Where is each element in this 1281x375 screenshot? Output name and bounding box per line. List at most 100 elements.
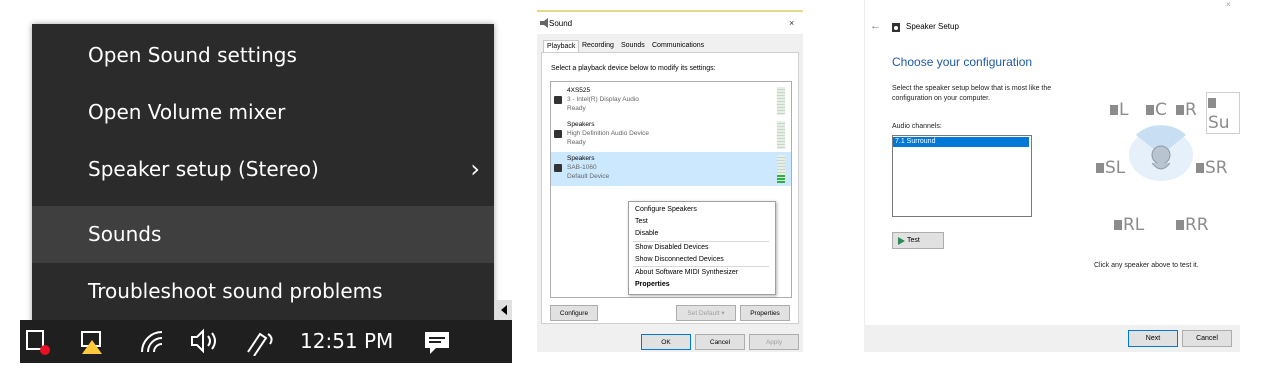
apply-button[interactable]: Apply: [749, 334, 799, 350]
device-desc: High Definition Audio Device: [567, 130, 650, 137]
tab-sounds[interactable]: Sounds: [618, 40, 648, 52]
menu-item-label: Troubleshoot sound problems: [88, 279, 383, 303]
menu-separator: [633, 266, 769, 267]
menu-item-label: Speaker setup (Stereo): [88, 157, 319, 181]
menu-item-show-disabled[interactable]: Show Disabled Devices: [635, 244, 709, 251]
title-bar: Sound ×: [537, 12, 803, 34]
hint-text: Click any speaker above to test it.: [1094, 262, 1199, 269]
test-button[interactable]: Test: [892, 232, 944, 249]
speaker-label: RL: [1123, 215, 1145, 235]
action-center-icon[interactable]: [24, 326, 54, 356]
speaker-icon: [1176, 105, 1184, 115]
instruction-text: Select the speaker setup below that is m…: [892, 85, 1052, 102]
page-heading: Choose your configuration: [892, 55, 1033, 69]
speaker-front-left[interactable]: L: [1110, 100, 1128, 120]
speaker-center[interactable]: C: [1146, 100, 1167, 120]
device-status: Ready: [567, 139, 586, 146]
back-arrow-icon[interactable]: ←: [870, 20, 881, 32]
level-meter: [777, 121, 785, 149]
device-item[interactable]: Speakers High Definition Audio Device Re…: [551, 118, 791, 152]
speaker-icon: [1208, 98, 1216, 108]
menu-item-properties[interactable]: Properties: [635, 281, 670, 288]
tab-recording[interactable]: Recording: [579, 40, 617, 52]
tray-context-menu-panel: Open Sound settings Open Volume mixer Sp…: [20, 18, 512, 363]
cancel-button[interactable]: Cancel: [695, 334, 745, 350]
monitor-icon: [554, 96, 562, 104]
channel-option-selected[interactable]: 7.1 Surround: [893, 137, 1029, 147]
set-default-button[interactable]: Set Default ▾: [676, 305, 736, 321]
ok-button[interactable]: OK: [641, 334, 691, 350]
menu-item-test[interactable]: Test: [635, 218, 648, 225]
menu-item-open-sound-settings[interactable]: Open Sound settings: [32, 27, 494, 84]
speaker-label: SR: [1205, 158, 1228, 178]
device-status: Ready: [567, 105, 586, 112]
chevron-right-icon: ›: [470, 155, 480, 183]
network-warning-icon[interactable]: [78, 326, 110, 356]
cancel-button[interactable]: Cancel: [1182, 330, 1232, 347]
speaker-icon: [554, 164, 562, 172]
chevron-down-icon: ▾: [721, 310, 725, 317]
speaker-setup-wizard: × ← Speaker Setup Choose your configurat…: [864, 0, 1240, 352]
listener-diagram: [1129, 125, 1193, 181]
menu-item-label: Open Volume mixer: [88, 100, 286, 124]
speaker-label: SL: [1105, 158, 1126, 178]
menu-item-sounds[interactable]: Sounds: [32, 206, 494, 263]
speaker-rear-right[interactable]: RR: [1176, 215, 1209, 235]
speaker-label: RR: [1185, 215, 1209, 235]
speaker-label: L: [1119, 100, 1129, 120]
close-icon[interactable]: ×: [789, 18, 794, 28]
device-desc: SAB-1060: [567, 164, 597, 171]
menu-item-speaker-setup[interactable]: Speaker setup (Stereo) ›: [32, 141, 494, 198]
menu-item-disable[interactable]: Disable: [635, 230, 658, 237]
audio-channels-list: 7.1 Surround: [892, 135, 1032, 217]
level-meter: [777, 155, 785, 183]
menu-item-label: Sounds: [88, 222, 162, 246]
speaker-subwoofer[interactable]: Su: [1206, 92, 1240, 134]
device-name: Speakers: [567, 155, 595, 162]
menu-item-show-disconnected[interactable]: Show Disconnected Devices: [635, 256, 724, 263]
wizard-title: Speaker Setup: [906, 22, 959, 31]
device-name: 4XS525: [567, 87, 591, 94]
volume-icon[interactable]: [188, 326, 222, 356]
configure-button[interactable]: Configure: [550, 305, 598, 321]
device-item-selected[interactable]: Speakers SAB-1060 Default Device: [551, 152, 791, 186]
speaker-front-right[interactable]: R: [1176, 100, 1197, 120]
close-icon[interactable]: ×: [1226, 0, 1231, 9]
speaker-label: Su: [1208, 113, 1230, 133]
menu-item-open-volume-mixer[interactable]: Open Volume mixer: [32, 84, 494, 141]
menu-item-about-midi[interactable]: About Software MIDI Synthesizer: [635, 269, 738, 276]
menu-item-label: Open Sound settings: [88, 43, 297, 67]
speaker-icon: [1114, 220, 1122, 230]
speaker-label: R: [1185, 100, 1197, 120]
dialog-title: Sound: [549, 19, 573, 28]
next-button[interactable]: Next: [1128, 330, 1178, 347]
clock[interactable]: 12:51 PM: [300, 326, 393, 356]
speaker-side-right[interactable]: SR: [1196, 158, 1228, 178]
button-label: Set Default: [687, 310, 720, 317]
notification-icon[interactable]: [422, 326, 452, 356]
wifi-icon[interactable]: [138, 326, 168, 356]
menu-item-configure-speakers[interactable]: Configure Speakers: [635, 206, 697, 213]
taskbar: 12:51 PM: [20, 320, 512, 363]
audio-channels-label: Audio channels:: [892, 123, 942, 130]
speaker-rear-left[interactable]: RL: [1114, 215, 1144, 235]
speaker-icon: [1146, 105, 1154, 115]
speaker-side-left[interactable]: SL: [1096, 158, 1125, 178]
level-meter: [777, 87, 785, 115]
speaker-icon: [1176, 220, 1184, 230]
properties-button[interactable]: Properties: [740, 305, 790, 321]
speaker-icon: [892, 23, 900, 32]
speaker-icon: [1110, 105, 1118, 115]
sound-context-menu: Open Sound settings Open Volume mixer Sp…: [32, 24, 494, 330]
sound-dialog: Sound × Playback Recording Sounds Commun…: [537, 10, 803, 352]
menu-item-troubleshoot[interactable]: Troubleshoot sound problems: [32, 263, 494, 320]
device-item[interactable]: 4XS525 3 - Intel(R) Display Audio Ready: [551, 84, 791, 118]
speaker-icon: [1196, 163, 1204, 173]
pen-icon[interactable]: [244, 326, 278, 357]
instruction-text: Select a playback device below to modify…: [551, 65, 716, 72]
menu-separator: [633, 241, 769, 242]
divider: [864, 0, 865, 352]
device-desc: 3 - Intel(R) Display Audio: [567, 96, 639, 103]
tab-communications[interactable]: Communications: [649, 40, 707, 52]
scroll-arrow-icon[interactable]: [496, 300, 512, 320]
